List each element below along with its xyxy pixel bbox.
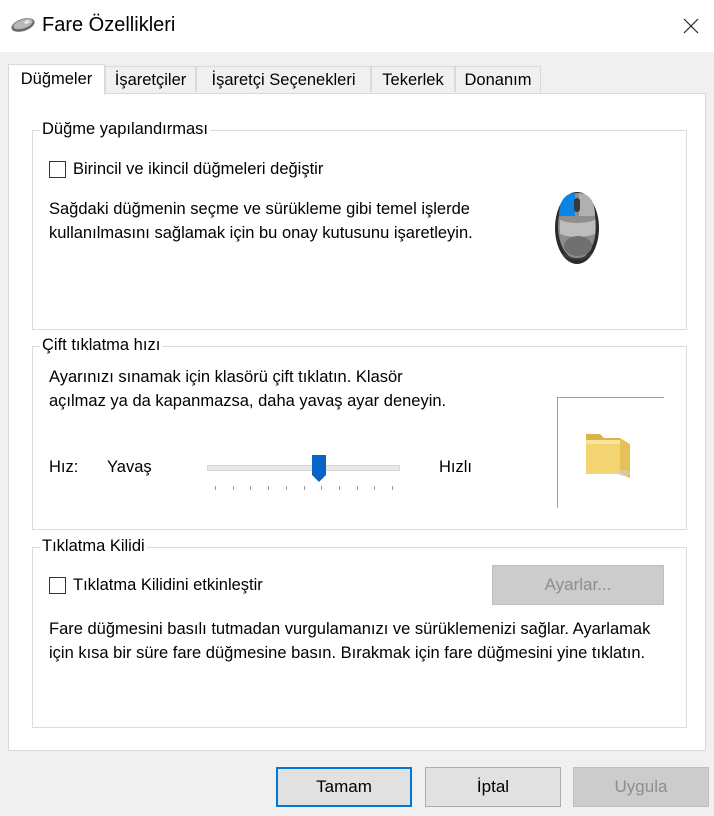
tab-label: Tekerlek [382, 71, 444, 89]
slider-tick [392, 486, 393, 490]
click-lock-label: Tıklatma Kilidini etkinleştir [73, 576, 263, 594]
speed-slider-thumb[interactable] [312, 455, 327, 488]
settings-button-label: Ayarlar... [544, 575, 612, 594]
click-lock-description: Fare düğmesini basılı tutmadan vurgulama… [49, 620, 651, 662]
double-click-description: Ayarınızı sınamak için klasörü çift tıkl… [49, 368, 447, 410]
slow-label: Yavaş [107, 458, 152, 476]
test-folder-area[interactable] [557, 397, 664, 508]
slider-tick [268, 486, 270, 490]
button-config-description: Sağdaki düğmenin seçme ve sürükleme gibi… [49, 200, 473, 242]
fast-label: Hızlı [439, 458, 472, 476]
tab-dugmeler[interactable]: Düğmeler [8, 64, 105, 95]
close-icon[interactable] [668, 0, 714, 52]
slider-tick [215, 486, 216, 490]
click-lock-legend: Tıklatma Kilidi [40, 537, 147, 556]
click-lock-row[interactable]: Tıklatma Kilidini etkinleştir [49, 576, 263, 595]
cancel-button[interactable]: İptal [425, 767, 561, 807]
button-config-legend: Düğme yapılandırması [40, 120, 210, 139]
tab-label: Donanım [464, 71, 532, 89]
title-bar: Fare Özellikleri [0, 0, 714, 52]
slider-tick [303, 486, 305, 490]
speed-label: Hız: [49, 458, 79, 476]
tab-isaretciler[interactable]: İşaretçiler [105, 66, 196, 92]
slider-tick [338, 486, 340, 490]
tab-donanim[interactable]: Donanım [455, 66, 541, 92]
speed-slider-track[interactable] [207, 465, 400, 471]
click-lock-checkbox[interactable] [49, 577, 66, 594]
slider-tick [356, 486, 358, 490]
mouse-icon [10, 15, 36, 35]
apply-button[interactable]: Uygula [573, 767, 709, 807]
tab-isaretci-secenekleri[interactable]: İşaretçi Seçenekleri [196, 66, 371, 92]
click-lock-settings-button[interactable]: Ayarlar... [492, 565, 664, 605]
mouse-illustration [553, 186, 607, 271]
swap-buttons-row[interactable]: Birincil ve ikincil düğmeleri değiştir [49, 160, 323, 179]
slider-tick [250, 486, 252, 490]
ok-button-label: Tamam [316, 777, 372, 796]
tab-label: İşaretçiler [114, 71, 187, 89]
window-title: Fare Özellikleri [42, 14, 176, 36]
swap-buttons-checkbox[interactable] [49, 161, 66, 178]
slider-tick [232, 486, 234, 490]
cancel-button-label: İptal [476, 777, 510, 796]
swap-buttons-label: Birincil ve ikincil düğmeleri değiştir [73, 160, 324, 178]
double-click-legend: Çift tıklatma hızı [40, 336, 163, 355]
tab-panel: Düğme yapılandırması Birincil ve ikincil… [8, 93, 706, 751]
tab-tekerlek[interactable]: Tekerlek [371, 66, 455, 92]
slider-tick [374, 486, 376, 490]
apply-button-label: Uygula [614, 777, 668, 796]
slider-tick [285, 486, 287, 490]
ok-button[interactable]: Tamam [276, 767, 412, 807]
tab-label: İşaretçi Seçenekleri [211, 71, 356, 89]
folder-icon[interactable] [584, 426, 636, 483]
tab-label: Düğmeler [20, 70, 93, 88]
